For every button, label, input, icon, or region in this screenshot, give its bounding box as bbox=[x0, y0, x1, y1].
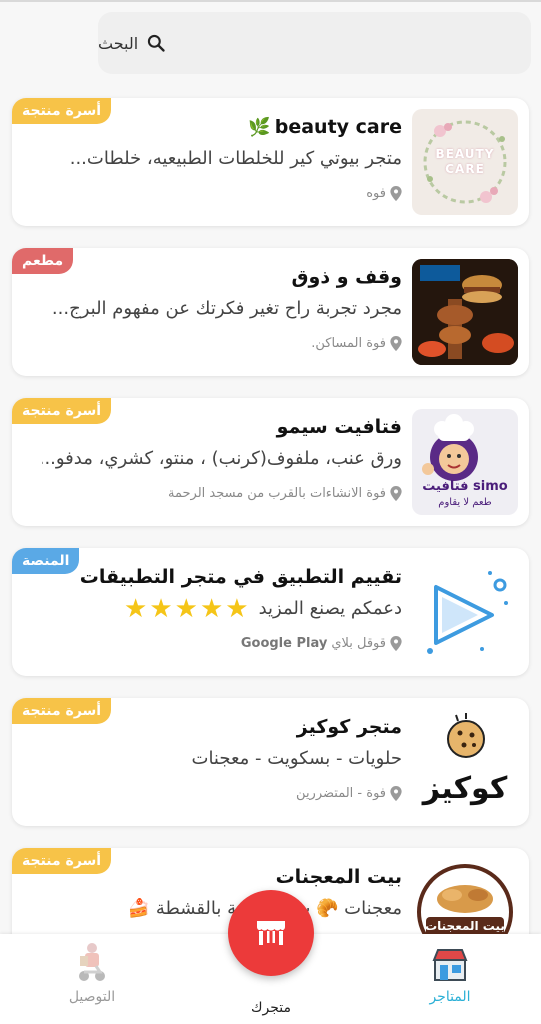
store-title: 🌿 beauty care bbox=[248, 116, 402, 138]
nav-delivery-label: التوصيل bbox=[68, 989, 116, 1005]
store-title: تقييم التطبيق في متجر التطبيقات bbox=[79, 566, 402, 588]
store-thumbnail bbox=[412, 259, 518, 365]
store-thumbnail: فتافيت simo طعم لا يقاوم bbox=[412, 409, 518, 515]
star-icon: ★ bbox=[149, 598, 173, 619]
search-icon bbox=[146, 33, 166, 53]
store-title: وقف و ذوق bbox=[291, 266, 402, 288]
star-icon: ★ bbox=[225, 598, 249, 619]
location-pin-icon bbox=[390, 486, 402, 501]
store-location: فوة المساكن. bbox=[311, 336, 402, 351]
store-thumbnail: كوكيز bbox=[412, 709, 518, 815]
leaf-icon: 🌿 bbox=[248, 116, 271, 138]
category-badge: المنصة bbox=[12, 548, 80, 574]
store-title: فتافيت سيمو bbox=[276, 416, 402, 438]
store-description: متجر بيوتي كير للخلطات الطبيعيه، خلطات..… bbox=[69, 148, 402, 169]
my-store-button[interactable] bbox=[228, 890, 314, 976]
category-badge: مطعم bbox=[12, 248, 74, 274]
rate-app-card[interactable]: تقييم التطبيق في متجر التطبيقات دعمكم يص… bbox=[12, 548, 529, 676]
thumb-brand-text: BEAUTY CARE bbox=[435, 147, 495, 176]
nav-delivery[interactable]: التوصيل bbox=[32, 934, 152, 1024]
thumb-brand-text: فتافيت simo bbox=[422, 479, 508, 494]
star-icon: ★ bbox=[124, 598, 148, 619]
thumb-brand-text: بيت المعجنات bbox=[425, 919, 505, 933]
category-badge: أسرة منتجة bbox=[12, 698, 112, 724]
star-icon: ★ bbox=[199, 598, 224, 619]
search-bar[interactable]: البحث bbox=[98, 12, 531, 74]
nav-my-store-label: متجرك bbox=[250, 1000, 292, 1016]
store-description: مجرد تجربة راح تغير فكرتك عن مفهوم البرج… bbox=[51, 298, 402, 319]
star-icon: ★ bbox=[174, 598, 198, 619]
location-pin-icon bbox=[390, 186, 402, 201]
location-pin-icon bbox=[390, 636, 402, 651]
nav-stores-label: المتاجر bbox=[429, 989, 471, 1005]
thumb-slogan-text: طعم لا يقاوم bbox=[438, 497, 492, 508]
category-badge: أسرة منتجة bbox=[12, 848, 112, 874]
store-thumbnail: BEAUTY CARE bbox=[412, 109, 518, 215]
store-description: دعمكم يصنع المزيد ★ ★ ★ ★ ★ bbox=[124, 598, 402, 619]
location-pin-icon bbox=[390, 786, 402, 801]
search-placeholder: البحث bbox=[98, 33, 139, 53]
google-play-label: Google Play bbox=[240, 636, 328, 651]
delivery-scooter-icon bbox=[76, 942, 108, 986]
store-location: فوه bbox=[366, 186, 402, 201]
nav-stores[interactable]: المتاجر bbox=[390, 934, 510, 1024]
store-title: متجر كوكيز bbox=[296, 716, 402, 738]
store-description: ورق عنب، ملفوف(كرنب) ، منتو، كشري، مدفو.… bbox=[42, 448, 402, 469]
play-store-icon bbox=[412, 559, 518, 665]
category-badge: أسرة منتجة bbox=[12, 98, 112, 124]
store-card-fatafeet-simo[interactable]: فتافيت simo طعم لا يقاوم فتافيت سيمو ورق… bbox=[12, 398, 529, 526]
store-awning-icon bbox=[251, 911, 291, 955]
store-description: حلويات - بسكويت - معجنات bbox=[191, 748, 403, 769]
store-title: بيت المعجنات bbox=[275, 866, 402, 888]
location-pin-icon bbox=[390, 336, 402, 351]
store-description: معجنات 🥐 ب بسبوسة بالقشطة 🍰 bbox=[127, 898, 402, 919]
store-location: فوة الانشاءات بالقرب من مسجد الرحمة bbox=[168, 486, 402, 501]
store-card-waqf-w-thawq[interactable]: وقف و ذوق مجرد تجربة راح تغير فكرتك عن م… bbox=[12, 248, 529, 376]
top-divider bbox=[0, 0, 541, 2]
thumb-brand-text: كوكيز bbox=[422, 771, 508, 806]
store-card-cookies[interactable]: كوكيز متجر كوكيز حلويات - بسكويت - معجنا… bbox=[12, 698, 529, 826]
store-location: قوقل بلاي Google Play bbox=[241, 636, 402, 651]
category-badge: أسرة منتجة bbox=[12, 398, 112, 424]
store-card-beauty-care[interactable]: BEAUTY CARE 🌿 beauty care متجر بيوتي كير… bbox=[12, 98, 529, 226]
storefront-icon bbox=[432, 948, 468, 986]
store-location: فوة - المتضررين bbox=[296, 786, 402, 801]
rating-stars: ★ ★ ★ ★ ★ bbox=[124, 598, 249, 619]
